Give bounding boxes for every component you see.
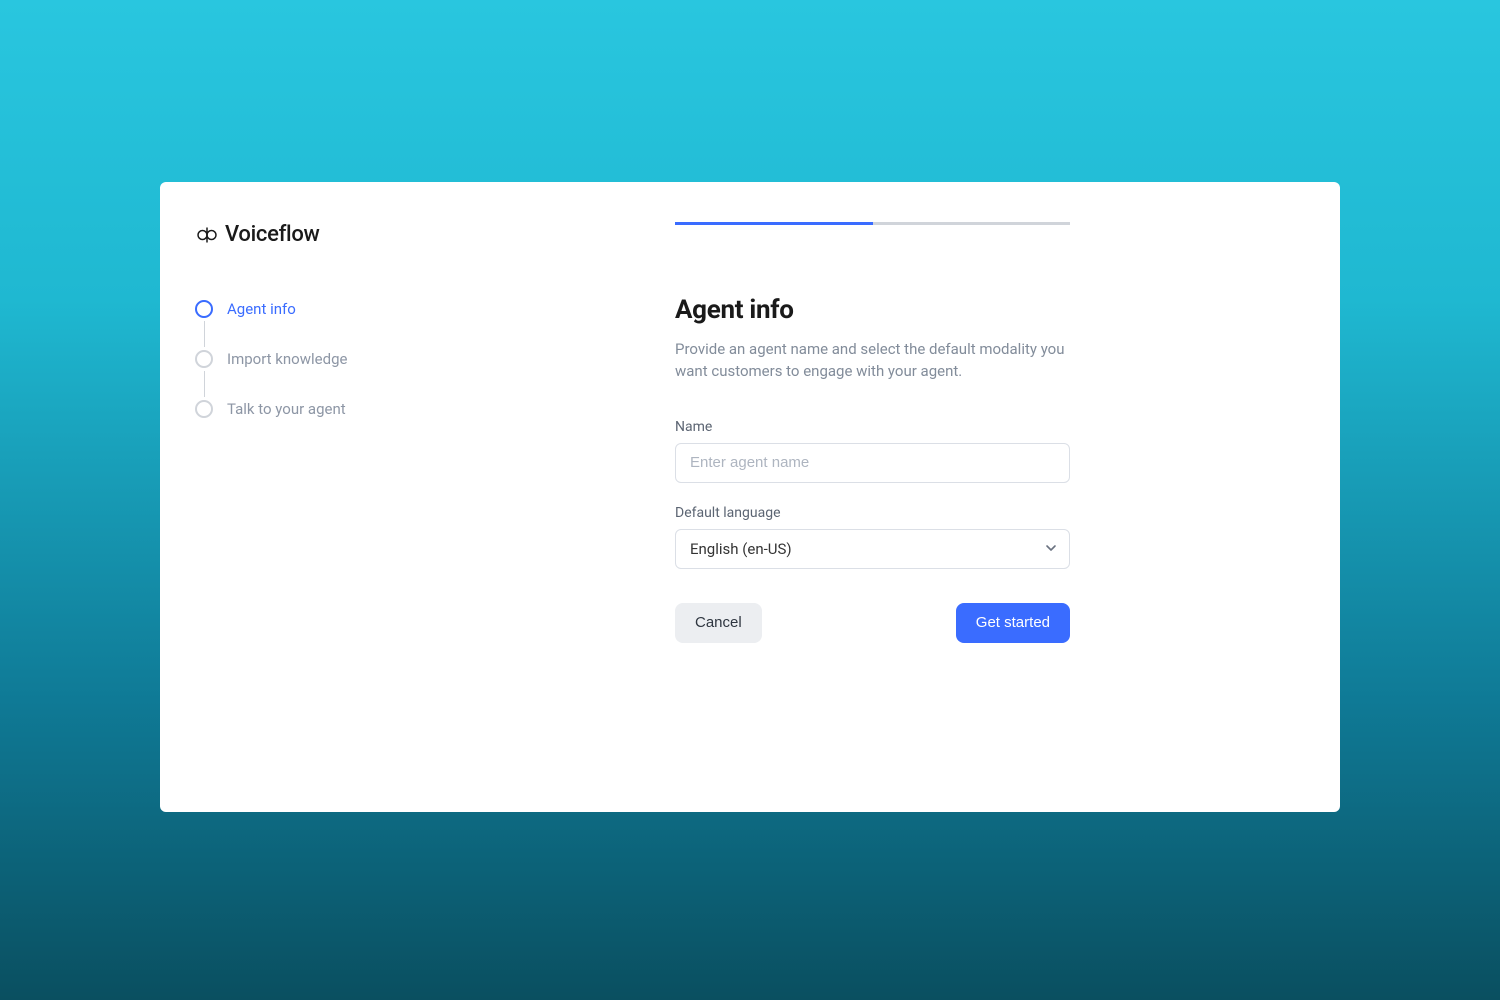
chevron-down-icon <box>1045 540 1057 558</box>
step-label: Agent info <box>227 300 296 318</box>
step-connector <box>204 321 205 347</box>
button-row: Cancel Get started <box>675 603 1070 643</box>
agent-name-input[interactable] <box>675 443 1070 483</box>
step-talk-to-agent[interactable]: Talk to your agent <box>195 397 347 421</box>
page-title: Agent info <box>675 295 1070 325</box>
onboarding-card: Voiceflow Agent info Import knowledge Ta… <box>160 182 1340 812</box>
main-panel: Agent info Provide an agent name and sel… <box>675 222 1070 643</box>
step-import-knowledge[interactable]: Import knowledge <box>195 347 347 371</box>
step-label: Talk to your agent <box>227 400 346 418</box>
step-circle-icon <box>195 300 213 318</box>
language-label: Default language <box>675 505 1070 521</box>
step-circle-icon <box>195 350 213 368</box>
progress-bar <box>675 222 1070 225</box>
brand-logo: Voiceflow <box>195 222 320 247</box>
voiceflow-icon <box>195 223 219 247</box>
progress-fill <box>675 222 873 225</box>
step-list: Agent info Import knowledge Talk to your… <box>195 297 347 421</box>
default-language-select[interactable]: English (en-US) <box>675 529 1070 569</box>
step-connector <box>204 371 205 397</box>
step-circle-icon <box>195 400 213 418</box>
brand-name: Voiceflow <box>225 222 320 247</box>
name-label: Name <box>675 419 1070 435</box>
select-value: English (en-US) <box>690 540 792 558</box>
page-subtext: Provide an agent name and select the def… <box>675 339 1070 383</box>
step-label: Import knowledge <box>227 350 347 368</box>
step-agent-info[interactable]: Agent info <box>195 297 347 321</box>
cancel-button[interactable]: Cancel <box>675 603 762 643</box>
get-started-button[interactable]: Get started <box>956 603 1070 643</box>
